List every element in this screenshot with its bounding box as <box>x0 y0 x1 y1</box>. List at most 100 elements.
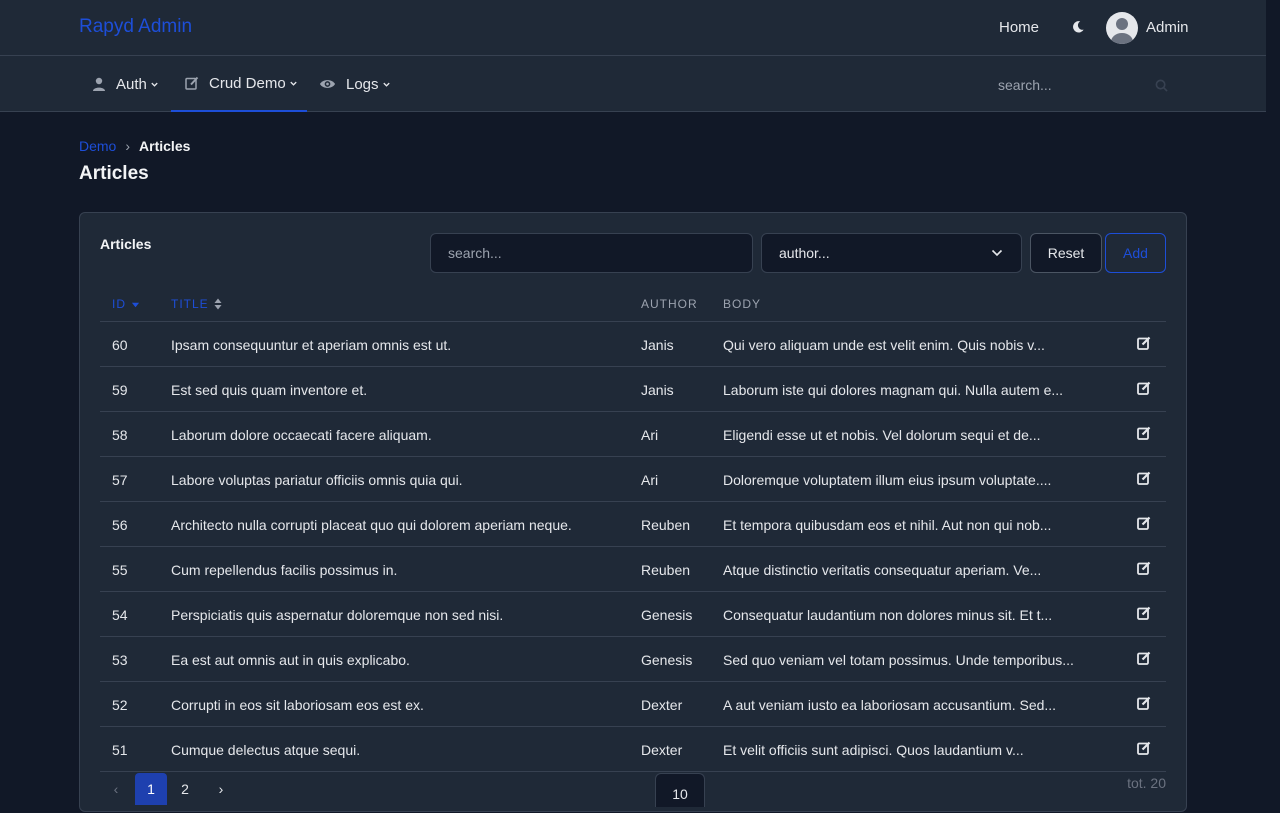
per-page-select[interactable]: 10 <box>655 773 705 807</box>
pagination-next[interactable]: › <box>213 773 229 805</box>
column-header-label: AUTHOR <box>641 297 698 311</box>
scrollbar-track[interactable] <box>1266 0 1280 800</box>
cell-id: 53 <box>112 652 128 668</box>
sort-desc-icon <box>131 302 140 307</box>
column-header-label: BODY <box>723 297 762 311</box>
cell-author: Genesis <box>641 607 693 623</box>
cell-id: 52 <box>112 697 128 713</box>
top-bar: Rapyd Admin Home Admin <box>0 0 1266 56</box>
cell-body: A aut veniam iusto ea laboriosam accusan… <box>723 697 1057 713</box>
brand-logo[interactable]: Rapyd Admin <box>79 16 192 38</box>
table-row: 59 Est sed quis quam inventore et. Janis La… <box>100 367 1166 412</box>
total-count: tot. 20 <box>1127 775 1166 791</box>
nav-item-logs[interactable]: Logs <box>319 56 391 112</box>
column-header-author: AUTHOR <box>641 297 698 311</box>
cell-id: 51 <box>112 742 128 758</box>
author-select-placeholder: author... <box>779 245 830 261</box>
sort-icon <box>214 298 222 310</box>
edit-icon[interactable] <box>1137 606 1151 623</box>
reset-button[interactable]: Reset <box>1030 233 1102 273</box>
nav-item-crud-demo[interactable]: Crud Demo <box>171 56 307 112</box>
author-select[interactable]: author... <box>761 233 1022 273</box>
cell-id: 56 <box>112 517 128 533</box>
cell-body: Laborum iste qui dolores magnam qui. Nul… <box>723 382 1064 398</box>
cell-title: Labore voluptas pariatur officiis omnis … <box>171 472 463 488</box>
cell-body: Et tempora quibusdam eos et nihil. Aut n… <box>723 517 1052 533</box>
edit-icon[interactable] <box>1137 516 1151 533</box>
cell-id: 54 <box>112 607 128 623</box>
edit-icon[interactable] <box>1137 741 1151 758</box>
edit-icon <box>185 76 199 90</box>
cell-body: Et velit officiis sunt adipisci. Quos la… <box>723 742 1024 758</box>
cell-body: Atque distinctio veritatis consequatur a… <box>723 562 1042 578</box>
global-search-input[interactable] <box>988 69 1182 101</box>
cell-author: Genesis <box>641 652 693 668</box>
cell-author: Reuben <box>641 517 691 533</box>
cell-id: 60 <box>112 337 128 353</box>
table-row: 54 Perspiciatis quis aspernatur doloremqu… <box>100 592 1166 637</box>
page-title: Articles <box>79 163 149 184</box>
cell-body: Eligendi esse ut et nobis. Vel dolorum s… <box>723 427 1041 443</box>
pagination-page-1[interactable]: 1 <box>135 773 167 805</box>
cell-title: Laborum dolore occaecati facere aliquam. <box>171 427 432 443</box>
cell-body: Sed quo veniam vel totam possimus. Unde … <box>723 652 1074 668</box>
cell-title: Corrupti in eos sit laboriosam eos est e… <box>171 697 424 713</box>
search-icon[interactable] <box>1155 79 1168 92</box>
edit-icon[interactable] <box>1137 381 1151 398</box>
edit-icon[interactable] <box>1137 336 1151 353</box>
table-header: ID TITLE AUTHOR BODY <box>100 291 1166 322</box>
chevron-down-icon <box>151 82 158 87</box>
main-nav: Auth Crud Demo Logs <box>0 56 1266 112</box>
edit-icon[interactable] <box>1137 696 1151 713</box>
column-header-body: BODY <box>723 297 761 311</box>
table-row: 52 Corrupti in eos sit laboriosam eos est… <box>100 682 1166 727</box>
cell-body: Doloremque voluptatem illum eius ipsum v… <box>723 472 1052 488</box>
edit-icon[interactable] <box>1137 426 1151 443</box>
cell-title: Cum repellendus facilis possimus in. <box>171 562 398 578</box>
chevron-down-icon <box>991 249 1003 257</box>
chevron-down-icon <box>290 81 297 86</box>
cell-title: Ipsam consequuntur et aperiam omnis est … <box>171 337 452 353</box>
cell-author: Janis <box>641 382 674 398</box>
cell-body: Consequatur laudantium non dolores minus… <box>723 607 1053 623</box>
table-row: 57 Labore voluptas pariatur officiis omni… <box>100 457 1166 502</box>
chevron-down-icon <box>382 82 390 87</box>
cell-author: Dexter <box>641 697 683 713</box>
cell-title: Ea est aut omnis aut in quis explicabo. <box>171 652 410 668</box>
table-row: 60 Ipsam consequuntur et aperiam omnis es… <box>100 322 1166 367</box>
edit-icon[interactable] <box>1137 561 1151 578</box>
cell-author: Ari <box>641 472 659 488</box>
add-button[interactable]: Add <box>1105 233 1166 273</box>
cell-title: Architecto nulla corrupti placeat quo qu… <box>171 517 572 533</box>
articles-card: Articles author... Reset Add ID TITLE <box>79 212 1187 812</box>
moon-icon[interactable] <box>1071 20 1085 34</box>
breadcrumb-link-demo[interactable]: Demo <box>79 138 116 154</box>
edit-icon[interactable] <box>1137 471 1151 488</box>
cell-title: Est sed quis quam inventore et. <box>171 382 368 398</box>
user-avatar-icon[interactable] <box>1106 12 1138 44</box>
table-body: 60 Ipsam consequuntur et aperiam omnis es… <box>100 322 1166 772</box>
cell-author: Dexter <box>641 742 683 758</box>
column-header-title[interactable]: TITLE <box>171 297 222 311</box>
articles-table: ID TITLE AUTHOR BODY 60 Ipsam consequuntu… <box>100 291 1166 772</box>
user-icon <box>93 77 105 91</box>
column-header-id[interactable]: ID <box>112 297 140 311</box>
cell-id: 59 <box>112 382 128 398</box>
pagination-prev[interactable]: ‹ <box>108 773 124 805</box>
cell-author: Janis <box>641 337 674 353</box>
nav-item-label: Crud Demo <box>209 74 286 92</box>
cell-id: 55 <box>112 562 128 578</box>
cell-author: Reuben <box>641 562 691 578</box>
eye-icon <box>319 80 336 88</box>
user-menu-label[interactable]: Admin <box>1146 19 1189 36</box>
home-link[interactable]: Home <box>999 19 1039 36</box>
pagination-page-2[interactable]: 2 <box>175 773 195 805</box>
edit-icon[interactable] <box>1137 651 1151 668</box>
nav-item-auth[interactable]: Auth <box>92 56 159 112</box>
cell-title: Cumque delectus atque sequi. <box>171 742 361 758</box>
table-row: 51 Cumque delectus atque sequi. Dexter Et v… <box>100 727 1166 772</box>
card-title: Articles <box>100 236 152 252</box>
articles-search-input[interactable] <box>430 233 753 273</box>
breadcrumb-current: Articles <box>139 138 191 154</box>
breadcrumb-separator: › <box>125 138 131 154</box>
